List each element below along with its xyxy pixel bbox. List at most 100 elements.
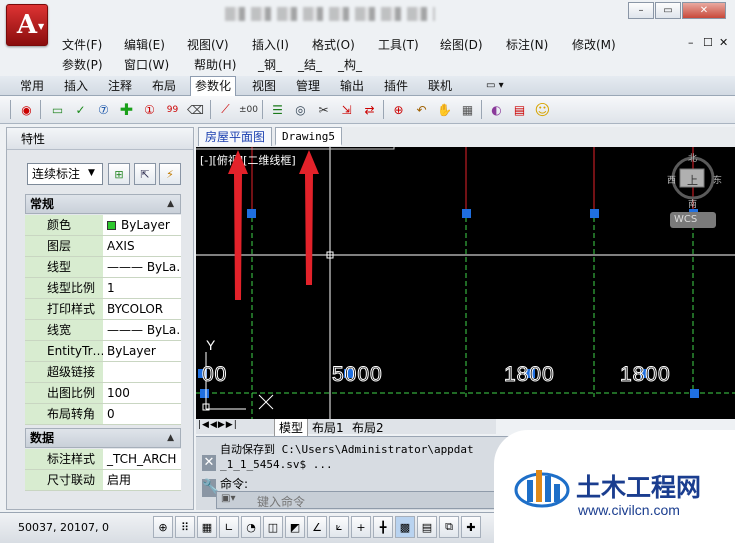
tab-layout1[interactable]: 布局1 <box>308 419 348 436</box>
property-row[interactable]: 尺寸联动 启用 <box>25 470 181 491</box>
target-icon[interactable]: ◉ <box>17 100 36 119</box>
tab-annotate[interactable]: 注释 <box>104 77 136 95</box>
tab-output[interactable]: 输出 <box>336 77 368 95</box>
property-row[interactable]: 出图比例 100 <box>25 383 181 404</box>
grid-display-icon[interactable]: ▦ <box>197 516 217 538</box>
quick-properties-icon[interactable]: ▤ <box>417 516 437 538</box>
selection-cycling-icon[interactable]: ⧉ <box>439 516 459 538</box>
stretch-icon[interactable]: ⇲ <box>337 100 356 119</box>
property-row[interactable]: 超级链接 <box>25 362 181 383</box>
lineweight-icon[interactable]: ╋ <box>373 516 393 538</box>
annotation-monitor-icon[interactable]: ✚ <box>461 516 481 538</box>
mdi-minimize-button[interactable]: – <box>688 36 694 49</box>
doc-tab-drawing5[interactable]: Drawing5 <box>275 127 342 146</box>
command-prompt-icon[interactable]: ▣▾ <box>221 493 235 504</box>
match-properties-icon[interactable]: ⇄ <box>360 100 379 119</box>
scissors-icon[interactable]: ✂ <box>314 100 333 119</box>
select-objects-button[interactable]: ⇱ <box>134 163 156 185</box>
menu-view[interactable]: 视图(V) <box>187 36 229 53</box>
notebook-icon[interactable]: ▤ <box>510 100 529 119</box>
coordinate-readout[interactable]: 50037, 20107, 0 <box>18 521 109 534</box>
property-row[interactable]: EntityTr… ByLayer <box>25 341 181 362</box>
collapse-icon[interactable]: ▲ <box>167 429 174 447</box>
polar-tracking-icon[interactable]: ◔ <box>241 516 261 538</box>
menu-window[interactable]: 窗口(W) <box>124 56 169 73</box>
circled-one-icon[interactable]: ① <box>140 100 159 119</box>
property-row[interactable]: 标注样式 _TCH_ARCH <box>25 449 181 470</box>
property-row[interactable]: 线型比例 1 <box>25 278 181 299</box>
toggle-pickadd-button[interactable]: ⊞ <box>108 163 130 185</box>
minimize-button[interactable]: – <box>628 2 654 19</box>
viewcube-top-face[interactable]: 上 <box>687 172 698 188</box>
add-plus-icon[interactable]: ✚ <box>117 100 136 119</box>
zoom-previous-icon[interactable]: ↶ <box>412 100 431 119</box>
object-snap-icon[interactable]: ◫ <box>263 516 283 538</box>
dynamic-input-icon[interactable]: + <box>351 516 371 538</box>
tab-online[interactable]: 联机 <box>424 77 456 95</box>
property-row[interactable]: 图层 AXIS <box>25 236 181 257</box>
menu-steel[interactable]: _钢_ <box>258 56 282 73</box>
property-row[interactable]: 颜色 ByLayer <box>25 215 181 236</box>
ribbon-options-dropdown-icon[interactable]: ▭ ▾ <box>482 77 508 95</box>
section-general[interactable]: 常规 ▲ <box>25 194 181 214</box>
tab-model[interactable]: 模型 <box>274 419 309 437</box>
number-seven-icon[interactable]: ⑦ <box>94 100 113 119</box>
property-row[interactable]: 线型 ——— ByLa… <box>25 257 181 278</box>
property-row[interactable]: 打印样式 BYCOLOR <box>25 299 181 320</box>
command-input[interactable]: ▣▾ 键入命令 <box>216 491 506 509</box>
tab-layout2[interactable]: 布局2 <box>348 419 388 436</box>
layer-list-icon[interactable]: ☰ <box>268 100 287 119</box>
zoom-icon[interactable]: ⊕ <box>389 100 408 119</box>
property-row[interactable]: 布局转角 0 <box>25 404 181 425</box>
tab-layout[interactable]: 布局 <box>148 77 180 95</box>
ducs-icon[interactable]: ⟀ <box>329 516 349 538</box>
menu-tools[interactable]: 工具(T) <box>378 36 419 53</box>
menu-component[interactable]: _构_ <box>338 56 362 73</box>
eraser-icon[interactable]: ⌫ <box>186 100 205 119</box>
layout-nav-arrows-icon[interactable]: |◀◀▶▶| <box>198 420 238 430</box>
eye-icon[interactable]: ◎ <box>291 100 310 119</box>
ortho-mode-icon[interactable]: ∟ <box>219 516 239 538</box>
calculator-icon[interactable]: ▦ <box>458 100 477 119</box>
dimension-line-icon[interactable]: ⟋ <box>216 100 235 119</box>
tab-home[interactable]: 常用 <box>16 77 48 95</box>
menu-modify[interactable]: 修改(M) <box>572 36 616 53</box>
mdi-restore-button[interactable]: ☐ <box>703 36 713 49</box>
transparency-icon[interactable]: ▩ <box>395 516 415 538</box>
snap-mode-icon[interactable]: ⠿ <box>175 516 195 538</box>
maximize-button[interactable]: ▭ <box>655 2 681 19</box>
rectangle-green-icon[interactable]: ▭ <box>48 100 67 119</box>
3d-osnap-icon[interactable]: ◩ <box>285 516 305 538</box>
menu-file[interactable]: 文件(F) <box>62 36 102 53</box>
close-window-button[interactable]: ✕ <box>682 2 726 19</box>
checkmark-icon[interactable]: ✓ <box>71 100 90 119</box>
elevation-mark-icon[interactable]: ±00 <box>239 100 258 119</box>
tab-plugins[interactable]: 插件 <box>380 77 412 95</box>
menu-format[interactable]: 格式(O) <box>312 36 355 53</box>
menu-parameters[interactable]: 参数(P) <box>62 56 103 73</box>
menu-insert[interactable]: 插入(I) <box>252 36 289 53</box>
menu-dimension[interactable]: 标注(N) <box>506 36 548 53</box>
smiley-icon[interactable]: ☺ <box>533 100 552 119</box>
close-icon[interactable]: ✕ <box>202 455 216 471</box>
numbering-icon[interactable]: 99 <box>163 100 182 119</box>
chevron-down-icon[interactable]: ▼ <box>88 168 95 178</box>
palette-icon[interactable]: ◐ <box>487 100 506 119</box>
menu-help[interactable]: 帮助(H) <box>194 56 236 73</box>
property-row[interactable]: 线宽 ——— ByLa… <box>25 320 181 341</box>
doc-tab-floor-plan[interactable]: 房屋平面图 <box>198 127 273 146</box>
pan-hand-icon[interactable]: ✋ <box>435 100 454 119</box>
wrench-icon[interactable]: 🔧 <box>202 479 219 497</box>
mdi-close-button[interactable]: ✕ <box>719 36 728 49</box>
tab-insert[interactable]: 插入 <box>60 77 92 95</box>
wcs-menu[interactable]: WCS <box>670 212 716 228</box>
section-data[interactable]: 数据 ▲ <box>25 428 181 448</box>
tab-manage[interactable]: 管理 <box>292 77 324 95</box>
menu-edit[interactable]: 编辑(E) <box>124 36 165 53</box>
quick-select-button[interactable]: ⚡ <box>159 163 181 185</box>
infer-constraints-icon[interactable]: ⊕ <box>153 516 173 538</box>
menu-draw[interactable]: 绘图(D) <box>440 36 483 53</box>
menu-structure[interactable]: _结_ <box>298 56 322 73</box>
tab-parametric[interactable]: 参数化 <box>190 76 237 96</box>
otrack-icon[interactable]: ∠ <box>307 516 327 538</box>
